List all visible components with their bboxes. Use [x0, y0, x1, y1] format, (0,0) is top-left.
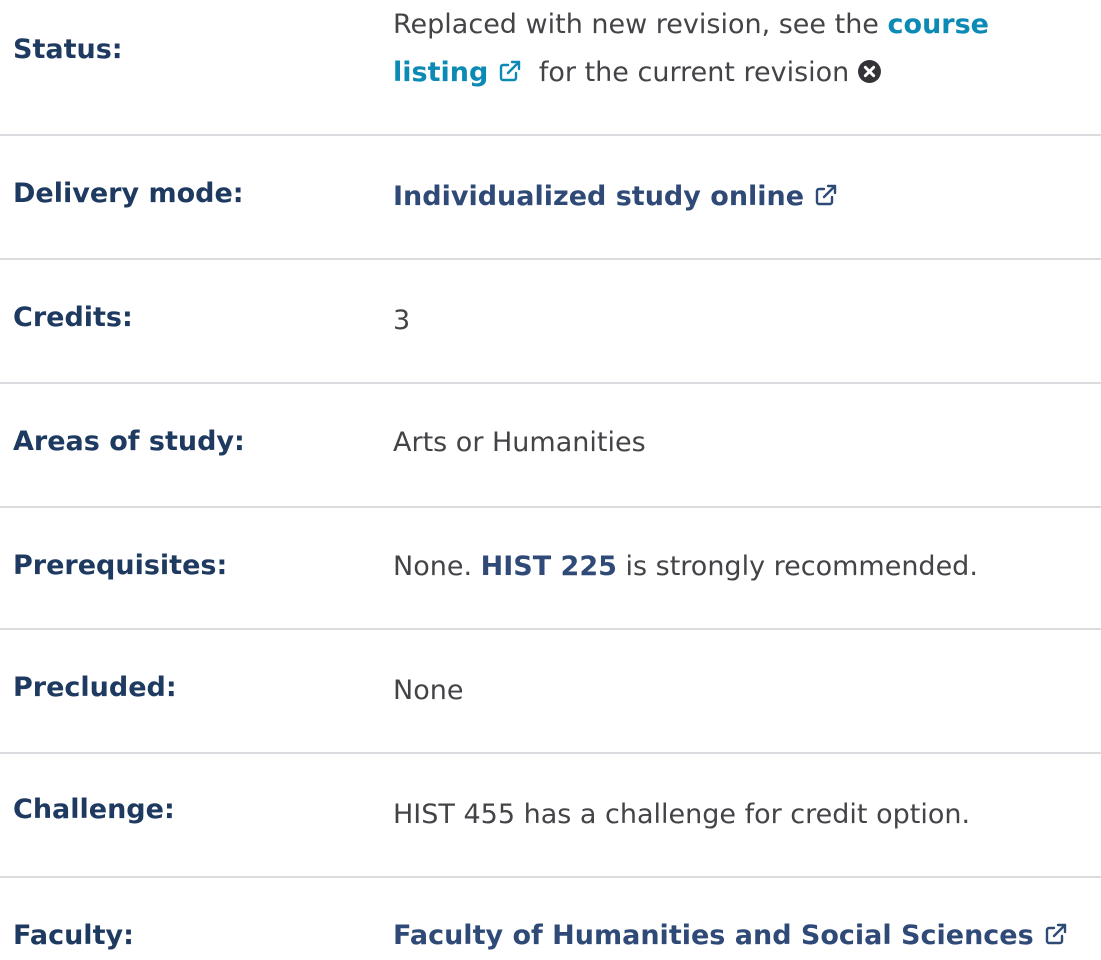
faculty-value: Faculty of Humanities and Social Science…	[393, 912, 1093, 960]
prerequisites-text-before: None.	[393, 551, 473, 582]
course-listing-link-line2: listing	[393, 57, 489, 88]
precluded-label: Precluded:	[13, 672, 177, 703]
delivery-mode-label: Delivery mode:	[13, 178, 244, 209]
external-link-icon	[498, 59, 522, 83]
challenge-label: Challenge:	[13, 794, 175, 825]
challenge-row: Challenge: HIST 455 has a challenge for …	[0, 754, 1101, 878]
delivery-mode-link-text: Individualized study online	[393, 181, 805, 212]
close-circle-icon[interactable]	[857, 59, 882, 84]
faculty-link[interactable]: Faculty of Humanities and Social Science…	[393, 920, 1068, 951]
status-label: Status:	[13, 34, 123, 65]
delivery-mode-row: Delivery mode: Individualized study onli…	[0, 136, 1101, 260]
external-link-icon	[814, 183, 838, 207]
faculty-link-text: Faculty of Humanities and Social Science…	[393, 920, 1034, 951]
prerequisites-row: Prerequisites: None. HIST 225 is strongl…	[0, 508, 1101, 630]
faculty-row: Faculty: Faculty of Humanities and Socia…	[0, 878, 1101, 954]
faculty-label: Faculty:	[13, 920, 134, 951]
areas-of-study-value: Arts or Humanities	[393, 427, 646, 458]
status-value: Replaced with new revision, see the cour…	[393, 1, 1093, 97]
credits-row: Credits: 3	[0, 260, 1101, 384]
status-text-after: for the current revision	[538, 57, 850, 88]
status-text-before: Replaced with new revision, see the	[393, 9, 879, 40]
delivery-mode-value: Individualized study online	[393, 173, 1093, 221]
prerequisites-label: Prerequisites:	[13, 550, 228, 581]
areas-of-study-label: Areas of study:	[13, 426, 245, 457]
course-listing-link-line1: course	[887, 9, 989, 40]
precluded-row: Precluded: None	[0, 630, 1101, 754]
prerequisites-text-after: is strongly recommended.	[625, 551, 978, 582]
credits-value: 3	[393, 305, 411, 336]
challenge-value: HIST 455 has a challenge for credit opti…	[393, 799, 971, 830]
areas-of-study-row: Areas of study: Arts or Humanities	[0, 384, 1101, 508]
credits-label: Credits:	[13, 302, 133, 333]
external-link-icon	[1044, 922, 1068, 946]
delivery-mode-link[interactable]: Individualized study online	[393, 181, 838, 212]
prerequisites-value: None. HIST 225 is strongly recommended.	[393, 543, 1093, 591]
status-row: Status: Replaced with new revision, see …	[0, 0, 1101, 136]
hist-225-link[interactable]: HIST 225	[481, 551, 617, 582]
precluded-value: None	[393, 675, 464, 706]
